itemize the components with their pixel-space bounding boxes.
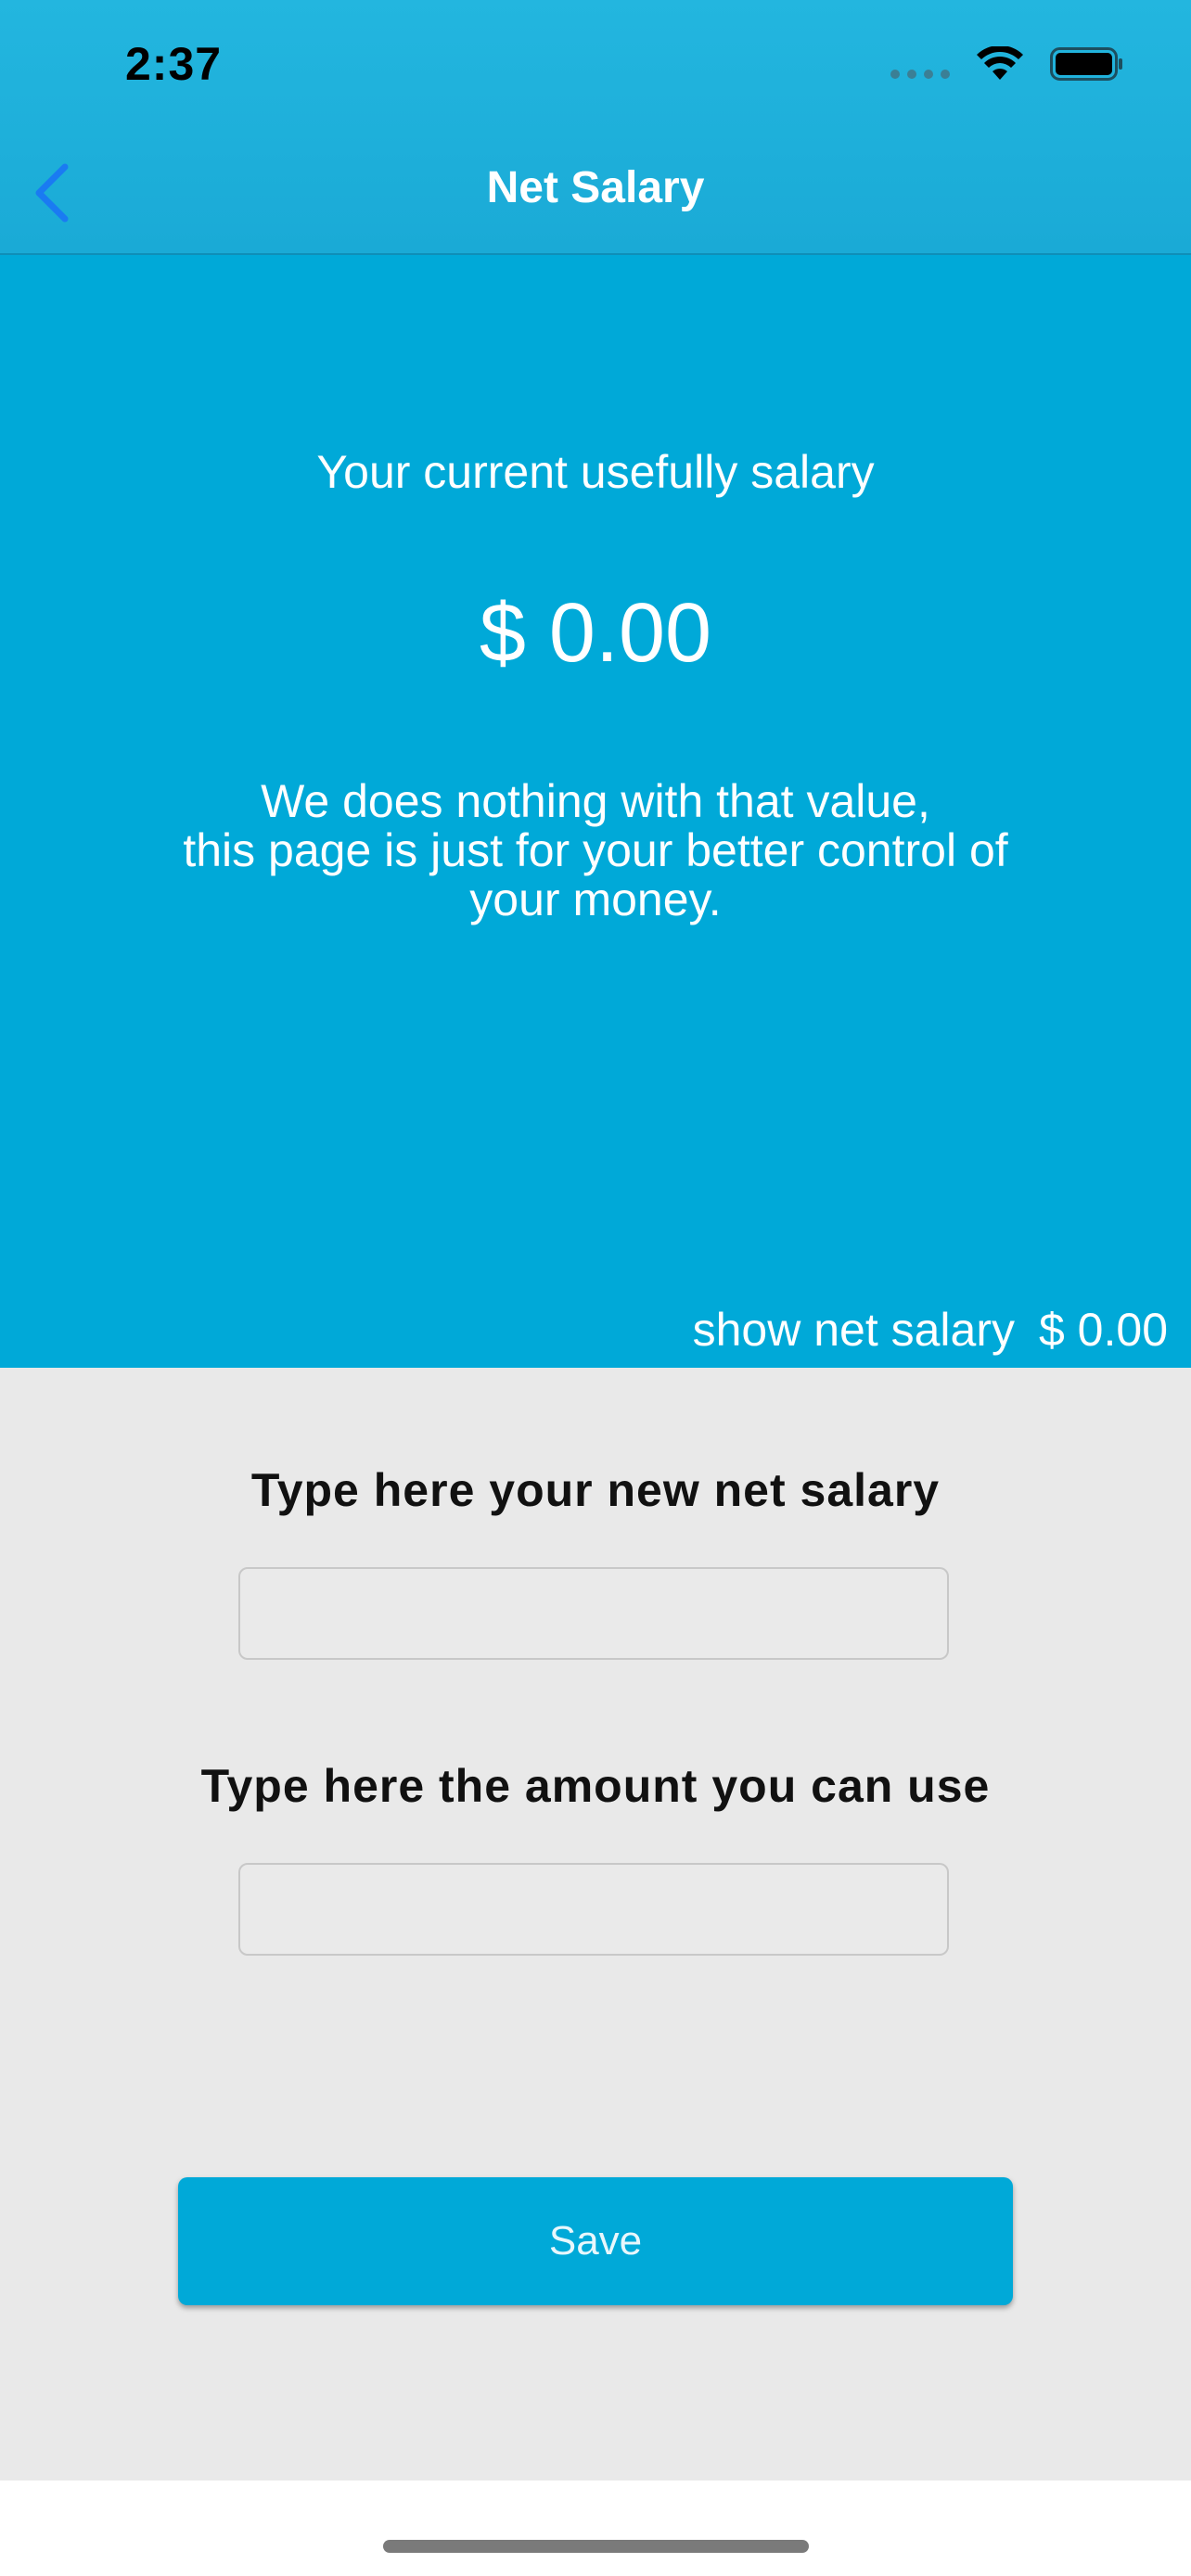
navigation-header: 2:37 Net Salary bbox=[0, 0, 1191, 255]
net-salary-input[interactable] bbox=[238, 1567, 949, 1660]
cellular-signal-icon bbox=[890, 70, 950, 79]
salary-summary-panel: Your current usefully salary $ 0.00 We d… bbox=[0, 255, 1191, 1368]
salary-note-line: We does nothing with that value, bbox=[261, 775, 930, 827]
save-button[interactable]: Save bbox=[178, 2177, 1013, 2305]
status-indicators bbox=[890, 46, 1124, 82]
wifi-icon bbox=[977, 46, 1023, 80]
net-salary-label: show net salary bbox=[692, 1304, 1015, 1356]
salary-note-line: your money. bbox=[469, 874, 722, 925]
salary-caption: Your current usefully salary bbox=[316, 446, 875, 498]
page-title: Net Salary bbox=[486, 163, 705, 212]
status-time: 2:37 bbox=[125, 38, 223, 90]
battery-icon bbox=[1050, 47, 1122, 81]
net-salary-row: show net salary $ 0.00 bbox=[693, 1303, 1168, 1357]
salary-form: Type here your new net salary Type here … bbox=[0, 1368, 1191, 2480]
salary-note-line: this page is just for your better contro… bbox=[183, 824, 1008, 876]
net-salary-value: $ 0.00 bbox=[1038, 1304, 1168, 1356]
salary-amount: $ 0.00 bbox=[479, 587, 712, 680]
salary-note: We does nothing with that value, this pa… bbox=[130, 777, 1061, 925]
usable-amount-input-label: Type here the amount you can use bbox=[200, 1760, 991, 1812]
usable-amount-input[interactable] bbox=[238, 1863, 949, 1956]
home-indicator[interactable] bbox=[383, 2540, 809, 2553]
net-salary-input-label: Type here your new net salary bbox=[250, 1464, 941, 1516]
